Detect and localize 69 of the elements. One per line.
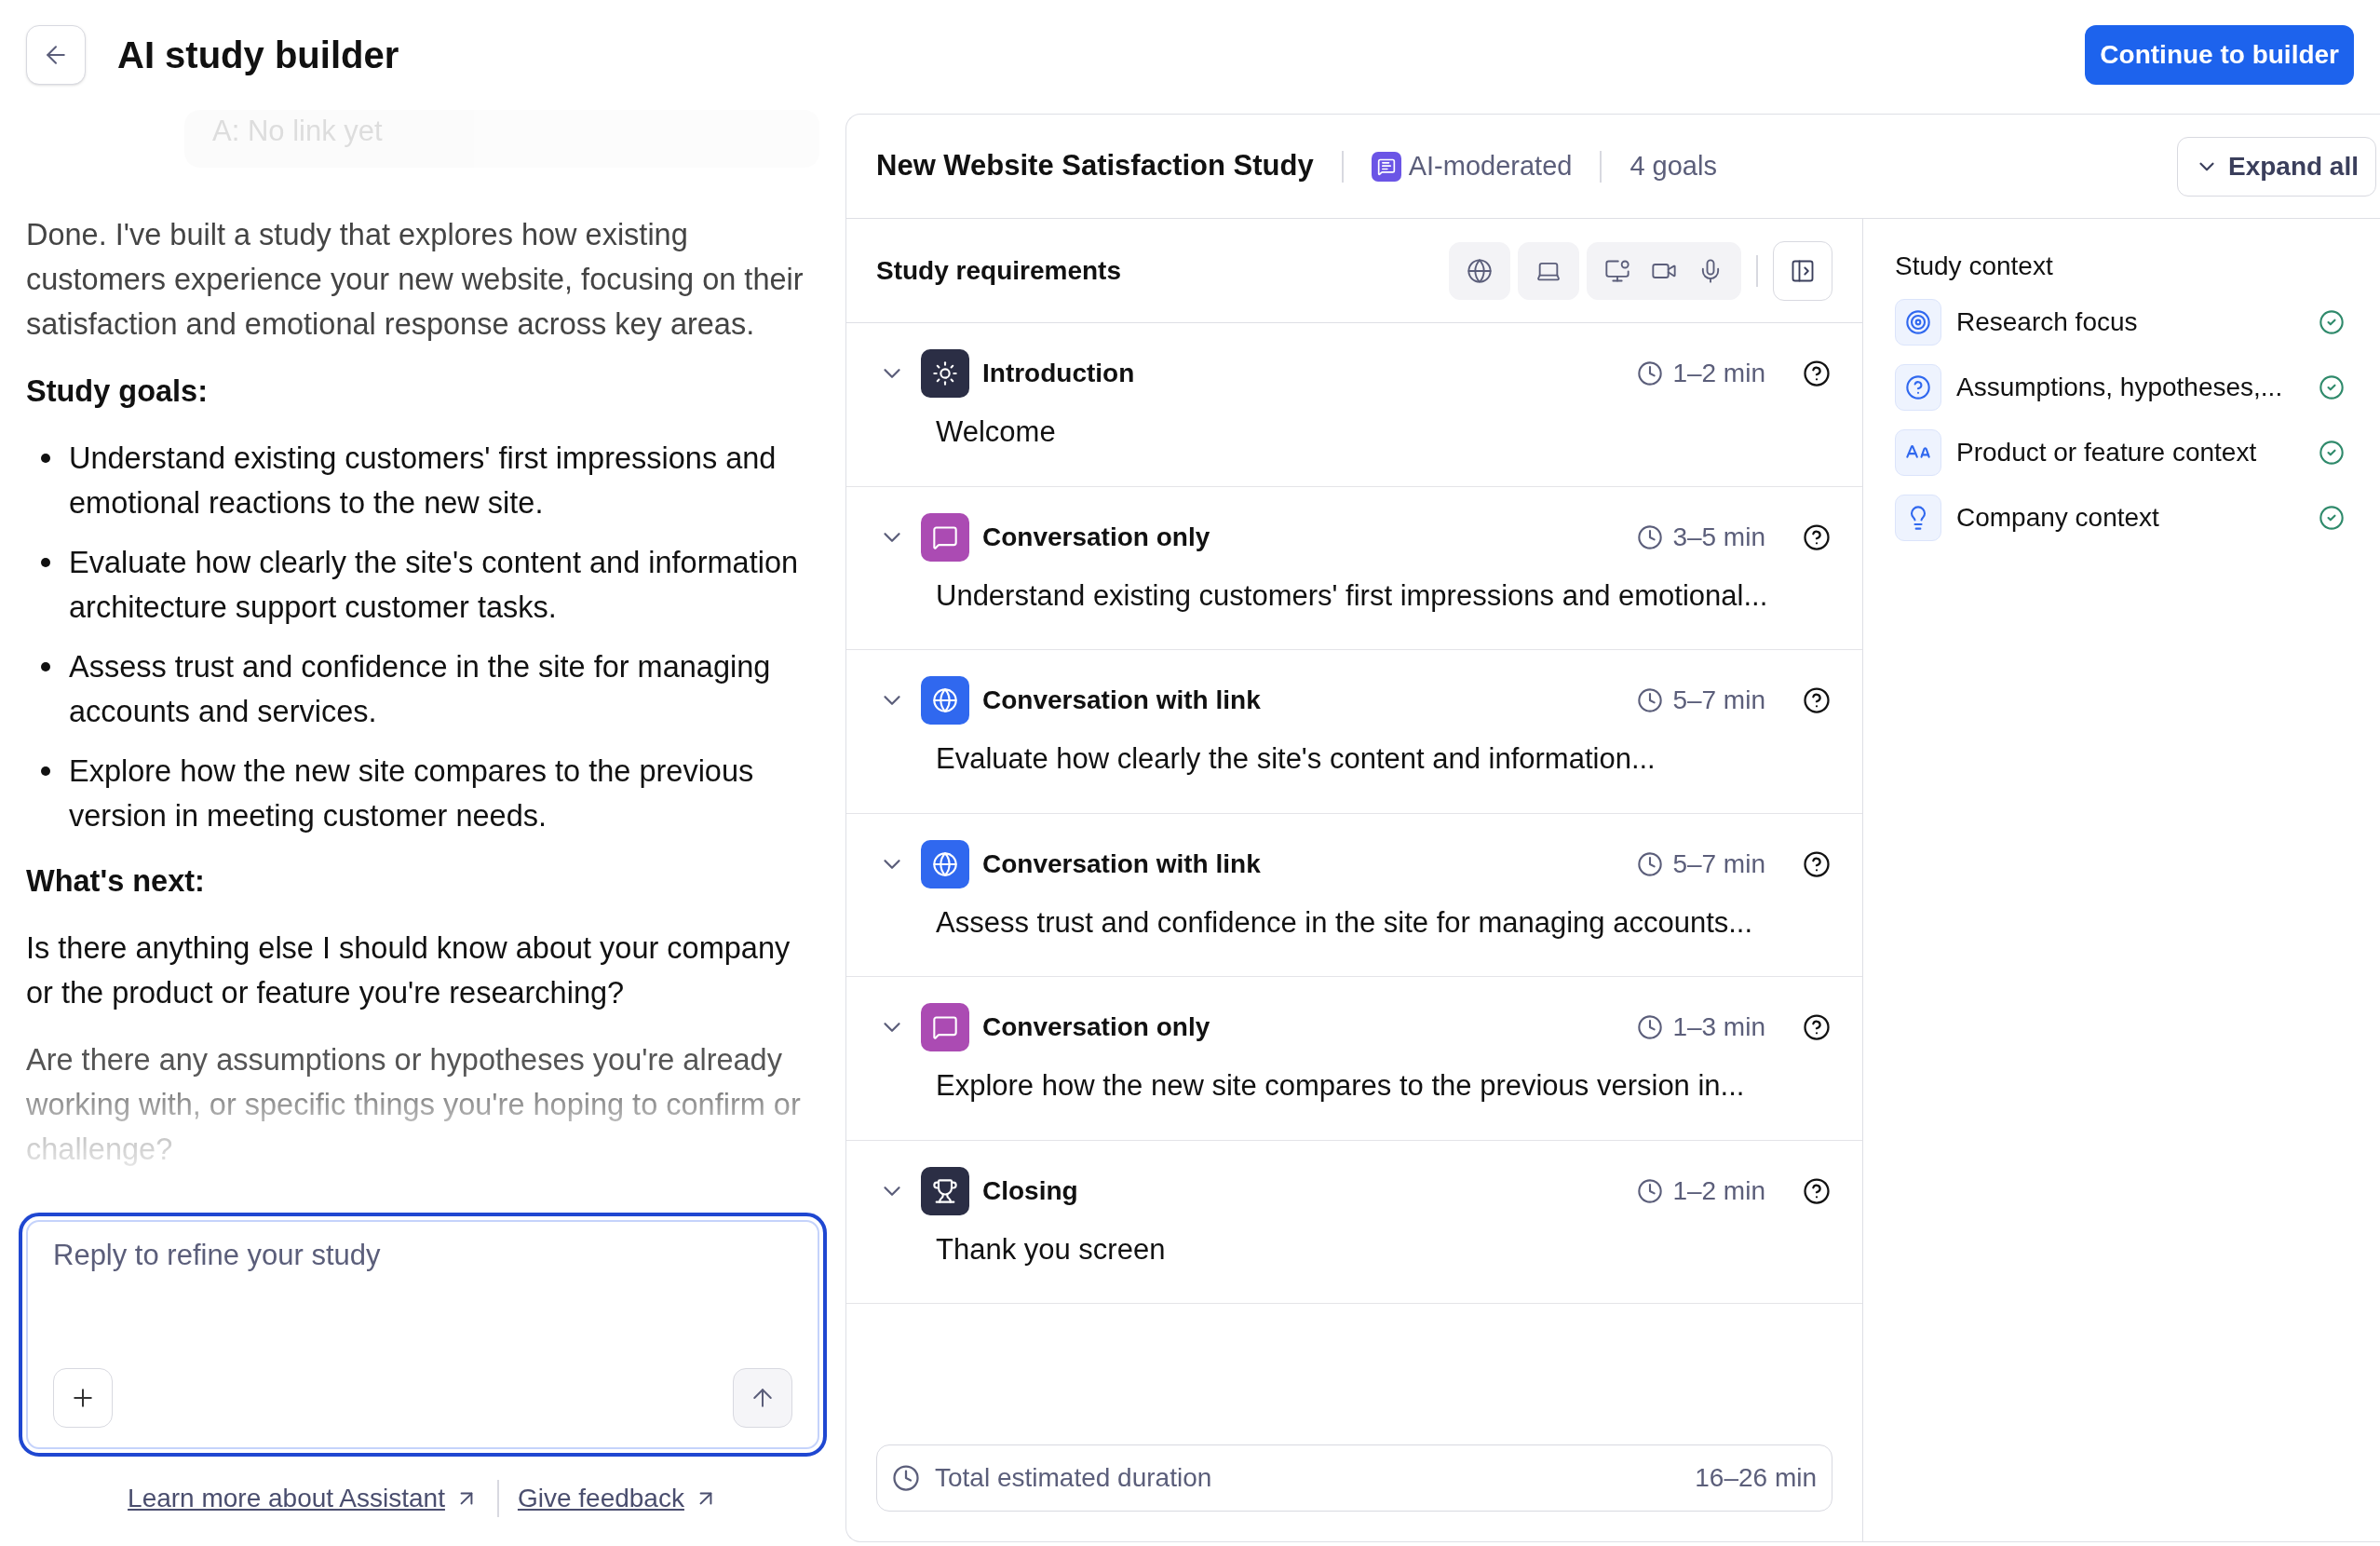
clock-icon: [1637, 1177, 1664, 1204]
help-icon[interactable]: [1803, 1176, 1831, 1205]
total-label: Total estimated duration: [935, 1462, 1212, 1494]
chat-message: Is there anything else I should know about your company or the product or feature you're researching?: [26, 930, 791, 1011]
step-duration: 1–3 min: [1672, 1011, 1765, 1043]
clock-icon: [1637, 1014, 1664, 1040]
goal-text: Understand existing customers' first impressions and emotional reactions to the new site.: [69, 441, 778, 522]
chat-message: Done. I've built a study that explores how existing customers experience your new website, focusing on their satisfaction and emotional response across key areas.: [26, 217, 805, 343]
continue-button[interactable]: Continue to builder: [2085, 25, 2354, 85]
context-item[interactable]: Assumptions, hypotheses,...: [1956, 368, 2283, 407]
step-summary: Thank you screen: [936, 1231, 1167, 1268]
panel-toggle-button[interactable]: [1773, 240, 1832, 301]
clock-icon: [1637, 687, 1664, 713]
context-title: Study context: [1895, 251, 2054, 282]
step-summary: Understand existing customers' first impressions and emotional...: [936, 577, 1769, 614]
clock-icon: [892, 1464, 920, 1492]
recording-toggle[interactable]: [1587, 241, 1741, 300]
step-summary: Explore how the new site compares to the previous version in...: [936, 1068, 1746, 1104]
goals-count: 4 goals: [1629, 149, 1717, 183]
step-title: Closing: [982, 1174, 1078, 1207]
context-item[interactable]: Product or feature context: [1956, 433, 2257, 472]
context-item[interactable]: Research focus: [1956, 303, 2138, 342]
bullet-icon: [41, 558, 50, 567]
clock-icon: [1637, 360, 1664, 386]
help-icon[interactable]: [1803, 1013, 1831, 1041]
clock-icon: [1637, 850, 1664, 877]
step-title: Conversation only: [982, 521, 1210, 553]
moderation-label: AI-moderated: [1408, 149, 1573, 183]
next-heading: What's next:: [26, 863, 206, 900]
step-summary: Evaluate how clearly the site's content and information...: [936, 741, 1657, 777]
bullet-icon: [41, 662, 50, 671]
reply-input[interactable]: Reply to refine your study: [53, 1234, 792, 1368]
help-icon[interactable]: [1803, 849, 1831, 878]
help-icon[interactable]: [1803, 686, 1831, 714]
ai-moderated-icon: [1371, 151, 1401, 182]
total-value: 16–26 min: [1695, 1462, 1817, 1494]
laptop-toggle[interactable]: [1518, 241, 1579, 300]
bullet-icon: [41, 454, 50, 463]
footer-link[interactable]: Give feedback: [517, 1479, 684, 1518]
goal-text: Assess trust and confidence in the site for managing accounts and services.: [69, 649, 772, 730]
reply-field[interactable]: Reply to refine your study: [19, 1213, 827, 1457]
help-icon[interactable]: [1803, 359, 1831, 387]
step-title: Introduction: [982, 358, 1135, 389]
context-item[interactable]: Company context: [1956, 498, 2159, 537]
goal-text: Explore how the new site compares to the previous version in meeting customer needs.: [69, 753, 755, 834]
expand-all-button[interactable]: Expand all: [2176, 136, 2376, 197]
step-summary: Welcome: [936, 414, 1057, 450]
step-duration: 5–7 min: [1672, 685, 1765, 716]
study-title: New Website Satisfaction Study: [876, 148, 1314, 184]
step-duration: 1–2 min: [1672, 358, 1765, 389]
goal-text: Evaluate how clearly the site's content and information architecture support customer tasks.: [69, 545, 800, 626]
bullet-icon: [41, 766, 50, 776]
step-duration: 1–2 min: [1672, 1174, 1765, 1207]
step-title: Conversation with link: [982, 848, 1261, 880]
section-title: Study requirements: [876, 254, 1121, 287]
globe-icon: [1467, 257, 1493, 284]
step-title: Conversation only: [982, 1011, 1210, 1043]
step-duration: 5–7 min: [1672, 848, 1765, 880]
footer-link[interactable]: Learn more about Assistant: [128, 1479, 445, 1518]
send-button[interactable]: [733, 1368, 792, 1428]
page-title: AI study builder: [117, 34, 399, 77]
back-button[interactable]: [26, 25, 86, 85]
step-summary: Assess trust and confidence in the site for managing accounts...: [936, 904, 1754, 941]
step-duration: 3–5 min: [1672, 521, 1765, 553]
globe-toggle[interactable]: [1449, 241, 1510, 300]
step-title: Conversation with link: [982, 685, 1261, 716]
clock-icon: [1637, 523, 1664, 550]
goals-heading: Study goals:: [26, 373, 210, 410]
help-icon[interactable]: [1803, 522, 1831, 551]
